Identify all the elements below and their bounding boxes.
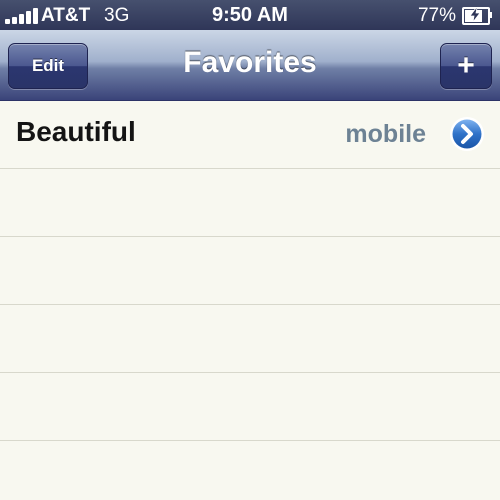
empty-row <box>0 373 500 441</box>
page-title: Favorites <box>183 46 317 79</box>
add-favorite-button[interactable]: + <box>440 43 492 89</box>
favorite-row[interactable]: Beautiful mobile <box>0 101 500 169</box>
contact-name: Beautiful <box>16 116 136 147</box>
empty-row <box>0 169 500 237</box>
empty-row <box>0 441 500 500</box>
charging-bolt-icon <box>469 8 481 22</box>
detail-disclosure-icon[interactable] <box>448 115 486 153</box>
empty-row <box>0 237 500 305</box>
empty-row <box>0 305 500 373</box>
battery-percentage: 77% <box>417 5 456 26</box>
battery-icon <box>462 7 492 25</box>
status-bar: AT&T 3G 9:50 AM 77% <box>0 0 500 30</box>
phone-screen: AT&T 3G 9:50 AM 77% Edit Favorites + Bea… <box>0 0 500 500</box>
navigation-bar: Edit Favorites + <box>0 30 500 101</box>
plus-icon: + <box>457 49 475 82</box>
favorites-list: Beautiful mobile <box>0 101 500 500</box>
phone-label: mobile <box>345 120 426 148</box>
